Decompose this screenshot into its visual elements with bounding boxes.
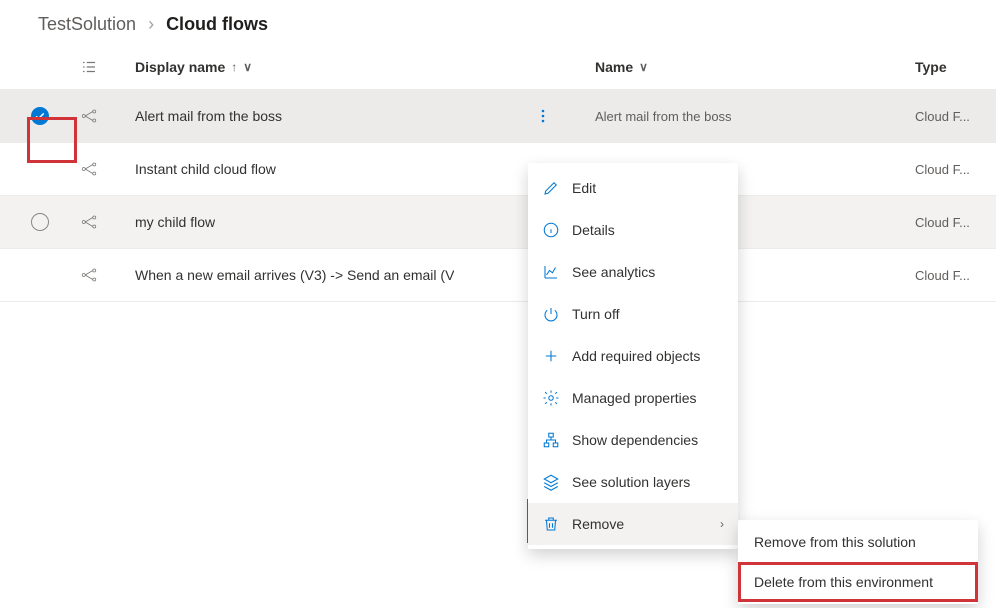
flows-table: Display name ↑ ∨ Name ∨ Type Alert mail …: [0, 45, 996, 302]
column-header-name[interactable]: Name ∨: [595, 59, 915, 75]
row-display-name[interactable]: When a new email arrives (V3) -> Send an…: [135, 267, 530, 283]
menu-item-edit[interactable]: Edit: [528, 167, 738, 209]
submenu-remove-from-this-solution[interactable]: Remove from this solution: [738, 522, 978, 562]
customize-columns-icon[interactable]: [80, 58, 135, 76]
menu-item-show-dependencies[interactable]: Show dependencies: [528, 419, 738, 461]
column-header-type[interactable]: Type: [915, 59, 996, 75]
submenu-delete-from-this-environment[interactable]: Delete from this environment: [738, 562, 978, 602]
menu-item-turn-off[interactable]: Turn off: [528, 293, 738, 335]
trash-icon: [542, 515, 560, 533]
flow-icon: [80, 107, 135, 125]
column-header-display-name[interactable]: Display name ↑ ∨: [135, 59, 530, 75]
menu-item-add-required-objects[interactable]: Add required objects: [528, 335, 738, 377]
chevron-right-icon: ›: [720, 517, 724, 531]
power-icon: [542, 305, 560, 323]
plus-icon: [542, 347, 560, 365]
row-checkbox[interactable]: [31, 213, 49, 231]
row-display-name[interactable]: Instant child cloud flow: [135, 161, 530, 177]
table-header-row: Display name ↑ ∨ Name ∨ Type: [0, 45, 996, 89]
breadcrumb-current: Cloud flows: [166, 14, 268, 35]
sort-asc-icon: ↑: [231, 60, 237, 74]
table-row[interactable]: Instant child cloud flow Cloud F...: [0, 142, 996, 195]
analytics-icon: [542, 263, 560, 281]
chevron-down-icon: ∨: [639, 60, 648, 74]
menu-item-remove[interactable]: Remove ›: [528, 503, 738, 545]
menu-item-details[interactable]: Details: [528, 209, 738, 251]
table-row[interactable]: my child flow Cloud F...: [0, 195, 996, 248]
menu-item-see-solution-layers[interactable]: See solution layers: [528, 461, 738, 503]
layers-icon: [542, 473, 560, 491]
flow-icon: [80, 213, 135, 231]
breadcrumb: TestSolution › Cloud flows: [0, 0, 996, 45]
row-display-name[interactable]: my child flow: [135, 214, 530, 230]
row-display-name[interactable]: Alert mail from the boss: [135, 108, 530, 124]
flow-icon: [80, 266, 135, 284]
chevron-down-icon: ∨: [243, 60, 252, 74]
row-context-menu: Edit Details See analytics Turn off Add …: [528, 163, 738, 549]
flow-icon: [80, 160, 135, 178]
breadcrumb-parent-link[interactable]: TestSolution: [38, 14, 136, 35]
gear-icon: [542, 389, 560, 407]
edit-icon: [542, 179, 560, 197]
info-icon: [542, 221, 560, 239]
row-type: Cloud F...: [915, 109, 996, 124]
hierarchy-icon: [542, 431, 560, 449]
menu-item-see-analytics[interactable]: See analytics: [528, 251, 738, 293]
table-row[interactable]: Alert mail from the boss Alert mail from…: [0, 89, 996, 142]
row-type: Cloud F...: [915, 162, 996, 177]
chevron-right-icon: ›: [148, 14, 154, 35]
remove-submenu: Remove from this solution Delete from th…: [738, 520, 978, 604]
row-checkbox[interactable]: [31, 107, 49, 125]
row-actions-button[interactable]: [530, 103, 556, 129]
table-row[interactable]: When a new email arrives (V3) -> Send an…: [0, 248, 996, 301]
row-name: Alert mail from the boss: [595, 109, 915, 124]
row-type: Cloud F...: [915, 215, 996, 230]
row-type: Cloud F...: [915, 268, 996, 283]
menu-item-managed-properties[interactable]: Managed properties: [528, 377, 738, 419]
